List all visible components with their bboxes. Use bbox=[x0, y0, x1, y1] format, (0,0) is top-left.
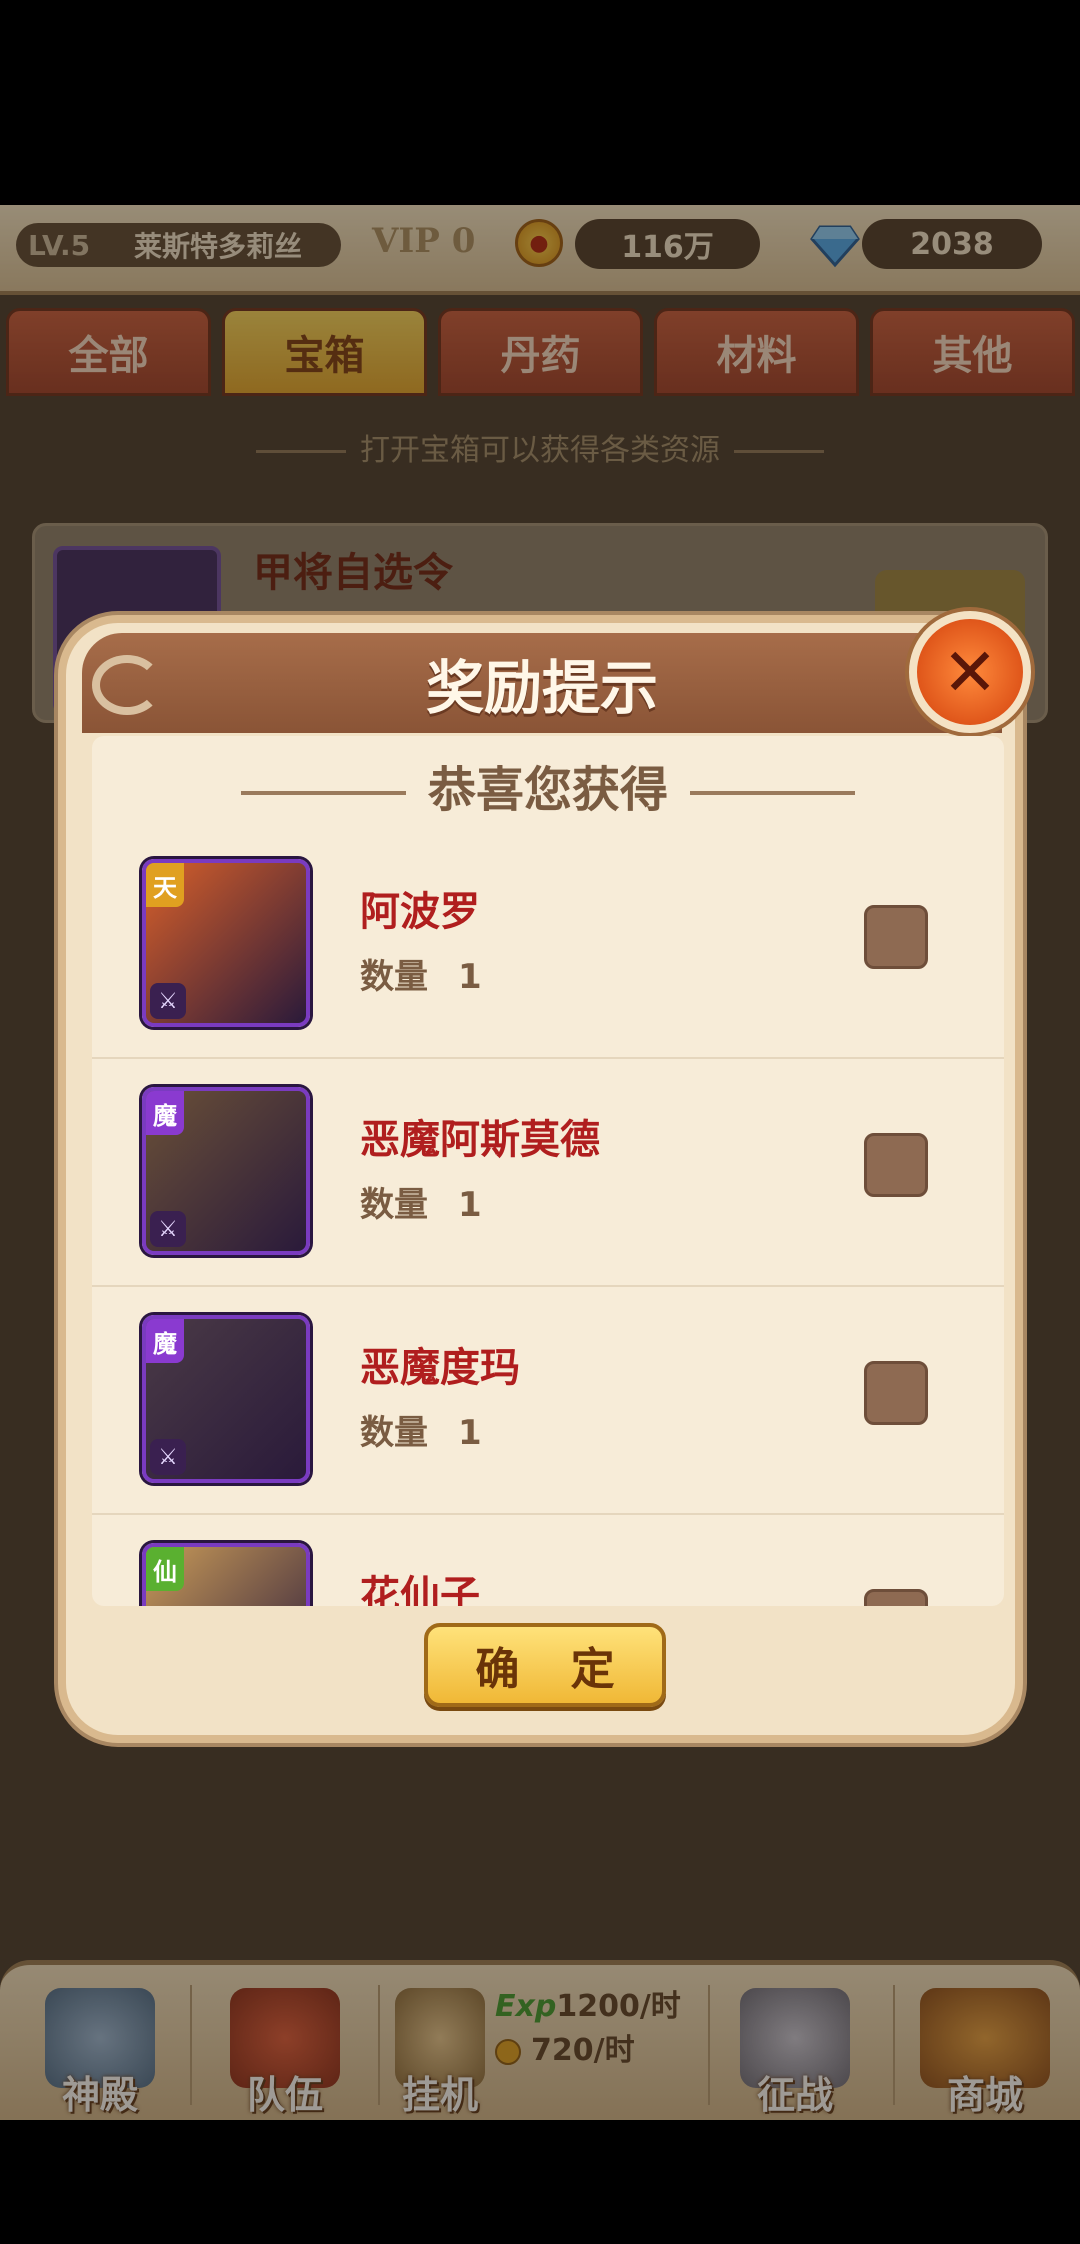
quantity-value: 1 bbox=[458, 1413, 482, 1453]
hero-faction-badge: 仙 bbox=[146, 1547, 184, 1591]
reward-dialog: 奖励提示 ✕ 恭喜您获得 天 ⚔ 阿波罗 数量 1 魔 ⚔ 恶魔阿斯莫德 数量 1 魔 ⚔ 恶魔度玛 数量… bbox=[58, 611, 1031, 1743]
reward-quantity: 数量 1 bbox=[360, 949, 482, 998]
dialog-header: 奖励提示 bbox=[82, 633, 1002, 733]
select-checkbox[interactable] bbox=[864, 1133, 928, 1197]
hero-portrait: 魔 ⚔ bbox=[142, 1087, 310, 1255]
divider bbox=[690, 791, 855, 795]
hero-faction-badge: 天 bbox=[146, 863, 184, 907]
reward-name: 阿波罗 bbox=[360, 889, 480, 935]
congrats-heading: 恭喜您获得 bbox=[92, 750, 1004, 820]
reward-item[interactable]: 魔 ⚔ 恶魔阿斯莫德 数量 1 bbox=[92, 1059, 1004, 1287]
sword-icon: ⚔ bbox=[150, 1439, 186, 1475]
quantity-value: 1 bbox=[458, 1185, 482, 1225]
reward-item[interactable]: 魔 ⚔ 恶魔度玛 数量 1 bbox=[92, 1287, 1004, 1515]
close-icon: ✕ bbox=[942, 633, 998, 711]
sword-icon: ⚔ bbox=[150, 1211, 186, 1247]
congrats-text: 恭喜您获得 bbox=[427, 762, 668, 818]
select-checkbox[interactable] bbox=[864, 1589, 928, 1606]
sword-icon: ⚔ bbox=[150, 983, 186, 1019]
quantity-label: 数量 bbox=[360, 1413, 428, 1453]
divider bbox=[240, 791, 406, 795]
hero-portrait: 魔 ⚔ bbox=[142, 1315, 310, 1483]
reward-quantity: 数量 1 bbox=[360, 1177, 482, 1226]
reward-quantity: 数量 1 bbox=[360, 1405, 482, 1454]
close-button[interactable]: ✕ bbox=[909, 611, 1031, 733]
game-screen: LV.5 莱斯特多莉丝 VIP 0 ● 116万 2038 全部 宝箱 丹药 材… bbox=[0, 205, 1080, 2120]
reward-name: 恶魔度玛 bbox=[360, 1345, 520, 1391]
hero-faction-badge: 魔 bbox=[146, 1319, 184, 1363]
confirm-button[interactable]: 确 定 bbox=[424, 1623, 666, 1707]
dialog-title: 奖励提示 bbox=[425, 654, 658, 722]
reward-name: 花仙子 bbox=[360, 1573, 480, 1606]
select-checkbox[interactable] bbox=[864, 1361, 928, 1425]
quantity-value: 1 bbox=[458, 957, 482, 997]
hero-portrait: 天 ⚔ bbox=[142, 859, 310, 1027]
reward-item[interactable]: 天 ⚔ 阿波罗 数量 1 bbox=[92, 831, 1004, 1059]
select-checkbox[interactable] bbox=[864, 905, 928, 969]
quantity-label: 数量 bbox=[360, 957, 428, 997]
reward-list[interactable]: 恭喜您获得 天⚔阿波罗数量1魔⚔恶魔阿斯莫德数量1魔⚔恶魔度玛数量1仙⚔花仙子数… bbox=[92, 736, 1004, 1606]
quantity-label: 数量 bbox=[360, 1185, 428, 1225]
hero-faction-badge: 魔 bbox=[146, 1091, 184, 1135]
hero-portrait: 仙⚔ bbox=[142, 1543, 310, 1606]
reward-item[interactable]: 仙⚔花仙子数量1 bbox=[92, 1515, 1004, 1606]
reward-name: 恶魔阿斯莫德 bbox=[360, 1117, 600, 1163]
